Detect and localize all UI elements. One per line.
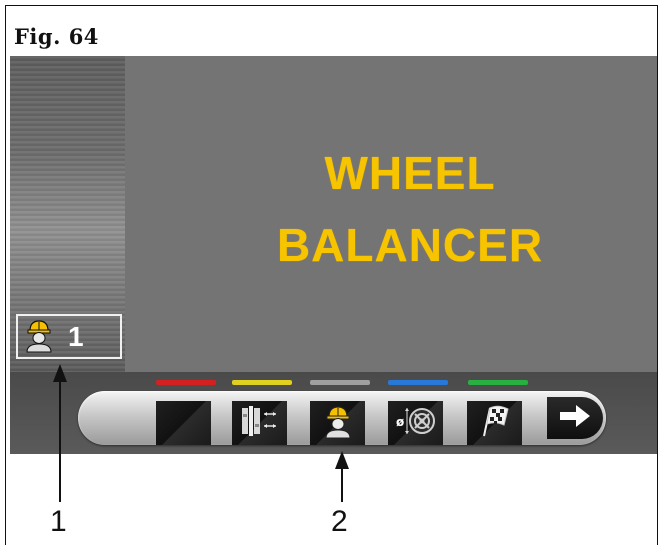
next-button[interactable] xyxy=(547,397,603,439)
figure-title: Fig. 64 xyxy=(14,24,99,49)
gray-key-indicator xyxy=(310,380,370,385)
blue-key-indicator xyxy=(388,380,448,385)
callout-label-1: 1 xyxy=(50,505,67,538)
checkered-flag-icon xyxy=(478,404,512,442)
svg-text:ø: ø xyxy=(396,415,404,429)
callout-label-2: 2 xyxy=(331,505,348,538)
blank-button[interactable] xyxy=(156,401,211,445)
callout-1-line xyxy=(59,380,61,502)
operator-icon xyxy=(24,317,54,357)
green-key-indicator xyxy=(468,380,528,385)
wheel-dimensions-icon: ø xyxy=(395,404,437,442)
title-line-1: WHEEL xyxy=(324,147,496,199)
bottom-bar: ø xyxy=(10,372,657,454)
wheel-dimensions-button[interactable]: ø xyxy=(388,401,443,445)
callout-2-line xyxy=(341,467,343,502)
user-badge[interactable]: 1 xyxy=(16,314,122,359)
user-number: 1 xyxy=(68,320,84,352)
balancing-program-icon xyxy=(240,404,280,442)
operator-icon xyxy=(323,403,353,443)
operator-button[interactable] xyxy=(310,401,365,445)
yellow-key-indicator xyxy=(232,380,292,385)
arrow-right-icon xyxy=(558,403,592,433)
toolbar: ø xyxy=(78,391,606,445)
title-line-2: BALANCER xyxy=(276,219,544,271)
side-panel: 1 xyxy=(10,56,125,372)
balancing-program-button[interactable] xyxy=(232,401,287,445)
checkered-flag-button[interactable] xyxy=(467,401,522,445)
red-key-indicator xyxy=(156,380,216,385)
balancer-screen: 1 WHEEL BALANCER ø xyxy=(10,56,657,454)
